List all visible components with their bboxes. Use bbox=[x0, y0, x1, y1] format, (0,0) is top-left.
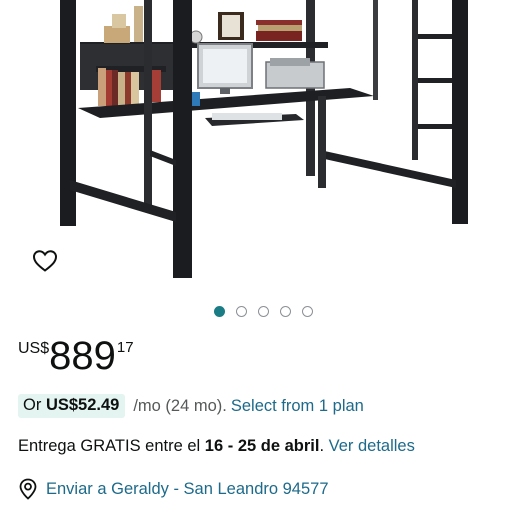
ladder-rung bbox=[418, 78, 452, 83]
book-stack bbox=[256, 20, 302, 25]
deliver-to-location-link[interactable]: Enviar a Geraldy - San Leandro 94577 bbox=[18, 476, 329, 502]
ladder-rung bbox=[418, 34, 452, 39]
bed-front-right-post bbox=[173, 0, 192, 278]
carousel-dot[interactable] bbox=[213, 306, 225, 317]
carousel-dot[interactable] bbox=[235, 306, 247, 317]
price-whole: 889 bbox=[49, 334, 116, 378]
book bbox=[118, 72, 125, 106]
ladder-rail bbox=[412, 0, 418, 160]
picture bbox=[222, 15, 240, 37]
book-stack bbox=[256, 31, 302, 41]
boxes bbox=[104, 26, 130, 43]
deliver-to-text[interactable]: Enviar a Geraldy - San Leandro 94577 bbox=[46, 480, 329, 499]
location-pin-icon bbox=[19, 478, 37, 500]
product-price: US$ 889 17 bbox=[18, 334, 134, 380]
delivery-info: Entrega GRATIS entre el 16 - 25 de abril… bbox=[18, 437, 415, 456]
installment-amount: US$52.49 bbox=[45, 396, 120, 414]
carousel-dot[interactable] bbox=[301, 306, 313, 317]
monitor-stand bbox=[220, 88, 230, 94]
image-carousel-indicator bbox=[0, 306, 526, 317]
ladder-post bbox=[452, 0, 468, 224]
bottom-rail bbox=[70, 180, 176, 222]
price-fraction: 17 bbox=[116, 339, 134, 356]
delivery-details-link[interactable]: Ver detalles bbox=[329, 437, 415, 455]
product-image[interactable] bbox=[0, 0, 526, 300]
heart-outline-icon bbox=[32, 250, 58, 272]
bed-front-left-post bbox=[60, 0, 76, 226]
delivery-period: . bbox=[319, 437, 325, 455]
side-rail bbox=[150, 150, 176, 166]
carousel-dot[interactable] bbox=[257, 306, 269, 317]
installment-offer: Or US$52.49 /mo (24 mo). Select from 1 p… bbox=[18, 393, 364, 419]
monitor-screen bbox=[203, 49, 247, 83]
book-stack bbox=[258, 25, 302, 31]
delivery-prefix: Entrega GRATIS entre el bbox=[18, 437, 201, 455]
delivery-dates: 16 - 25 de abril bbox=[204, 437, 320, 455]
book bbox=[125, 72, 131, 106]
wishlist-heart-button[interactable] bbox=[30, 246, 60, 276]
back-bottom-rail bbox=[320, 150, 456, 188]
installment-amount-badge: Or US$52.49 bbox=[18, 394, 126, 418]
book bbox=[106, 70, 112, 106]
bed-inner-post bbox=[144, 0, 152, 210]
carousel-dot[interactable] bbox=[279, 306, 291, 317]
book bbox=[134, 6, 143, 42]
book bbox=[98, 68, 106, 106]
installment-term: /mo (24 mo). bbox=[133, 396, 227, 415]
desk-leg bbox=[318, 96, 326, 188]
book bbox=[112, 70, 118, 106]
ladder-rung bbox=[418, 124, 452, 129]
bed-rail bbox=[373, 0, 378, 100]
installment-prefix: Or bbox=[23, 396, 42, 414]
boxes bbox=[112, 14, 126, 28]
price-currency: US$ bbox=[18, 340, 50, 357]
book bbox=[131, 72, 139, 106]
select-plan-link[interactable]: Select from 1 plan bbox=[231, 397, 364, 416]
keyboard bbox=[212, 113, 282, 120]
printer-top bbox=[270, 58, 310, 66]
